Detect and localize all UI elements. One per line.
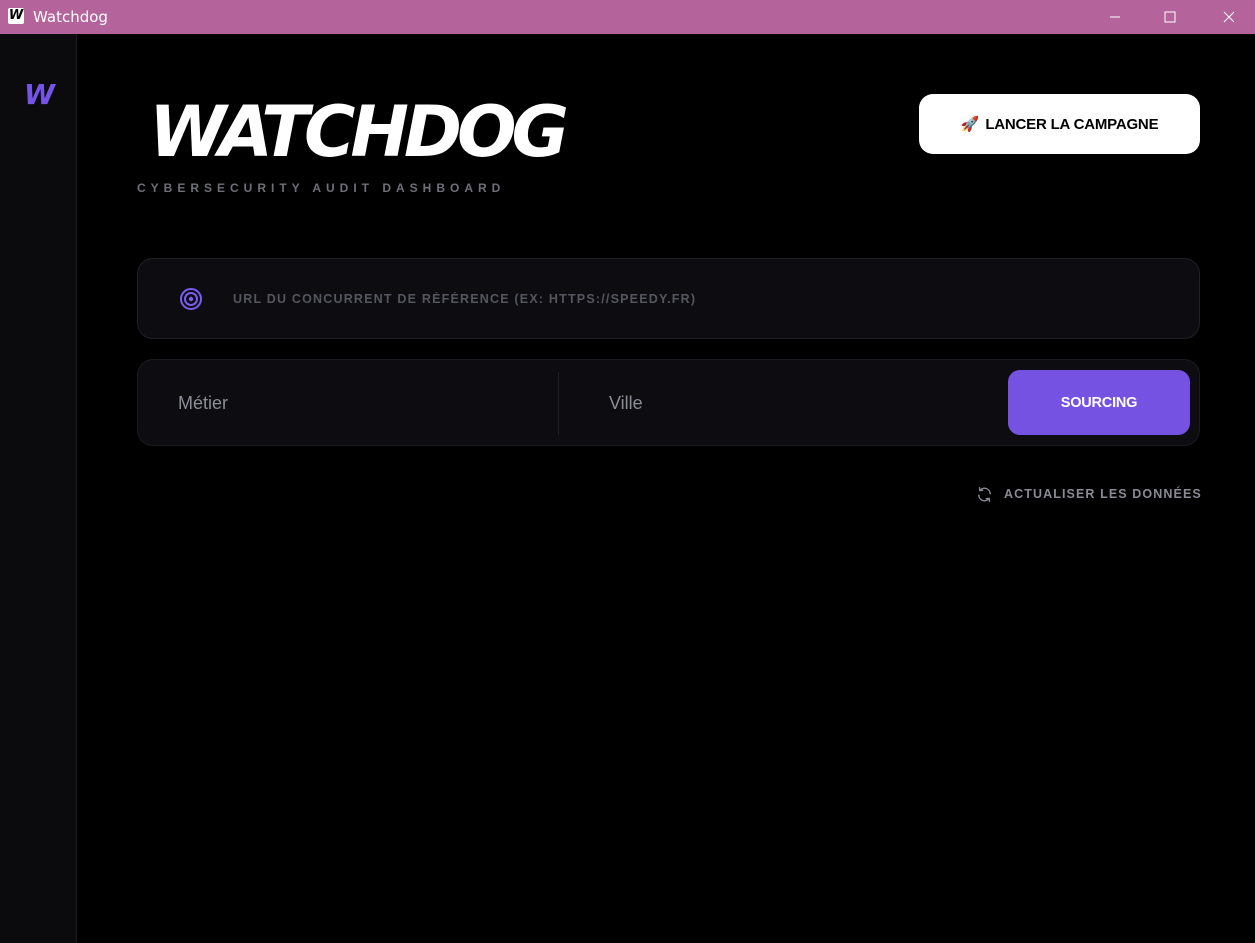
close-icon: [1223, 11, 1235, 23]
competitor-url-input[interactable]: [233, 289, 1133, 309]
sourcing-search-bar: SOURCING: [137, 359, 1200, 446]
minimize-button[interactable]: [1092, 0, 1138, 34]
sidebar: W: [0, 34, 77, 943]
launch-campaign-label: LANCER LA CAMPAGNE: [985, 115, 1159, 133]
page-title: WATCHDOG: [149, 91, 569, 173]
ville-input[interactable]: [609, 390, 969, 416]
minimize-icon: [1110, 16, 1120, 18]
window-titlebar[interactable]: W Watchdog: [0, 0, 1255, 34]
competitor-url-card: [137, 258, 1200, 339]
field-divider: [558, 372, 559, 435]
maximize-button[interactable]: [1147, 0, 1193, 34]
refresh-data-button[interactable]: ACTUALISER LES DONNÉES: [976, 485, 1202, 503]
rocket-icon: 🚀: [960, 115, 980, 133]
app-icon: W: [8, 8, 24, 24]
close-button[interactable]: [1206, 0, 1252, 34]
metier-input[interactable]: [178, 390, 538, 416]
window-title: Watchdog: [33, 8, 108, 26]
page-subtitle: CYBERSECURITY AUDIT DASHBOARD: [137, 181, 506, 195]
target-icon: [180, 288, 202, 310]
sidebar-logo[interactable]: W: [24, 78, 55, 111]
sourcing-button[interactable]: SOURCING: [1008, 370, 1190, 435]
refresh-label: ACTUALISER LES DONNÉES: [1004, 487, 1202, 501]
maximize-icon: [1164, 11, 1176, 23]
refresh-icon: [978, 486, 991, 502]
launch-campaign-button[interactable]: 🚀 LANCER LA CAMPAGNE: [919, 94, 1200, 154]
